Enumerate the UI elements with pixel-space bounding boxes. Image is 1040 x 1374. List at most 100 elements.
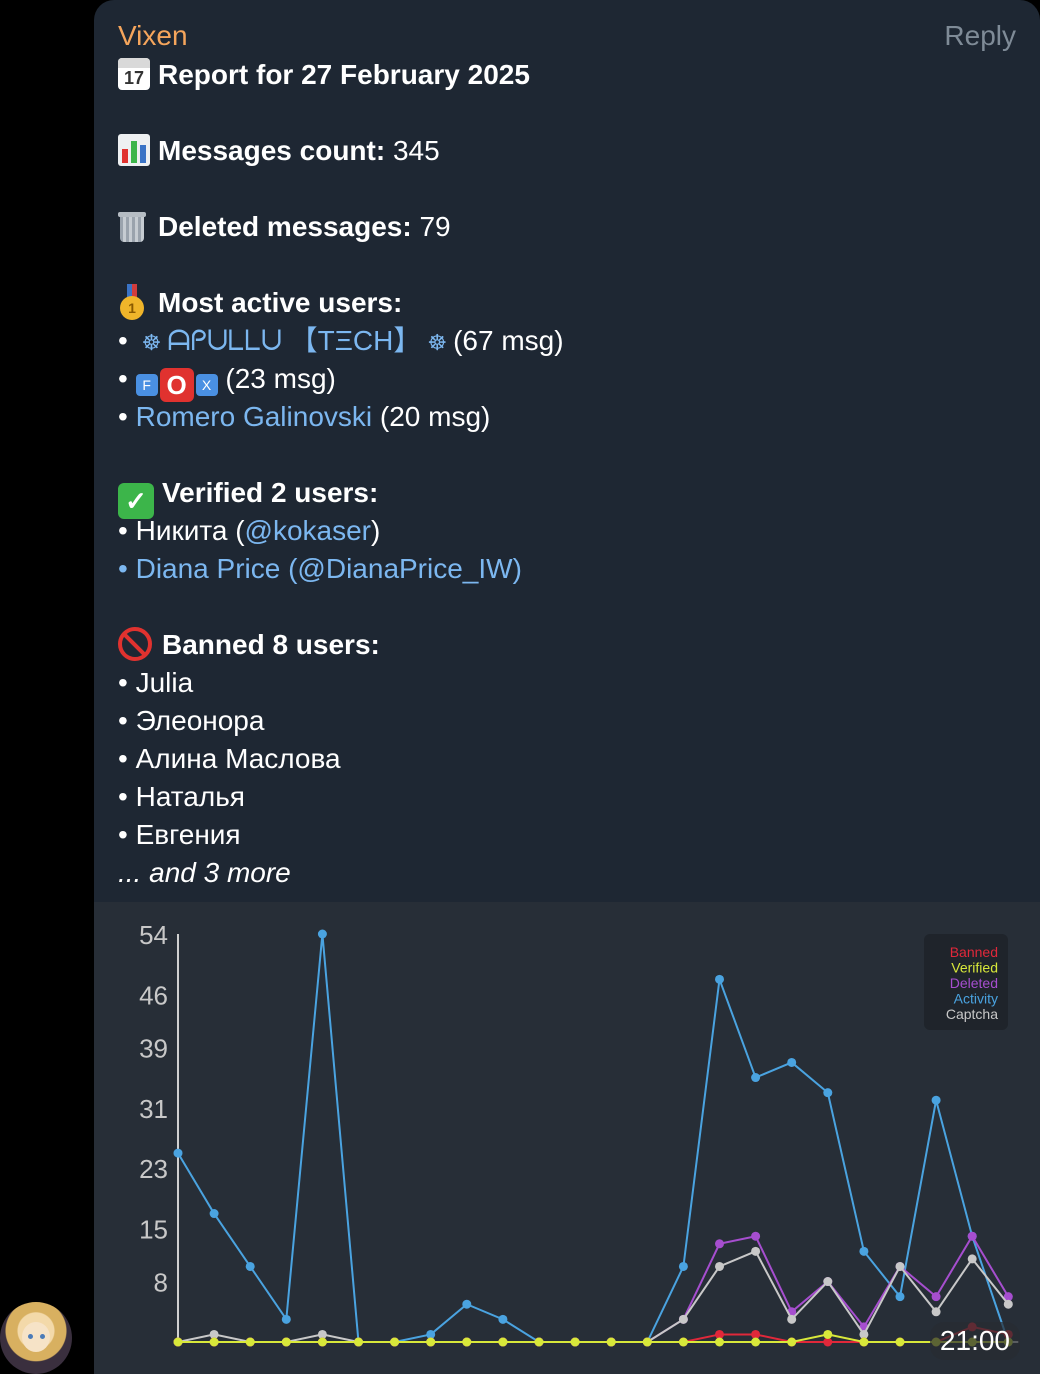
dharma-wheel-icon: ☸ [141, 330, 162, 355]
data-point-verified [534, 1337, 544, 1347]
banned-user-item: • Алина Маслова [118, 743, 341, 774]
banned-heading: Banned 8 users: [118, 626, 1018, 664]
data-point-activity [715, 974, 724, 984]
data-point-activity [787, 1057, 797, 1067]
y-tick-label: 54 [139, 920, 168, 950]
active-user-item: • ☸ ᗩᑭᑌᒪᒪᑌ 【TΞCH】 ☸ (67 msg) [118, 322, 1018, 360]
banned-user-item: • Евгения [118, 819, 241, 850]
data-point-activity [859, 1246, 869, 1256]
legend-entry: Captcha [946, 1006, 998, 1022]
data-point-activity [245, 1261, 255, 1271]
messages-count-value: 345 [392, 135, 440, 166]
letter-f-icon: F [135, 374, 158, 396]
y-tick-label: 31 [139, 1094, 168, 1124]
messages-count-line: Messages count: 345 [118, 132, 1018, 170]
message-time: 21:00 [929, 1322, 1020, 1360]
data-point-activity [823, 1088, 833, 1098]
reply-button[interactable]: Reply [944, 20, 1016, 52]
legend-entry: Deleted [950, 975, 998, 991]
data-point-captcha [823, 1277, 833, 1287]
data-point-verified [354, 1337, 363, 1347]
data-point-verified [715, 1337, 724, 1347]
active-user-link[interactable]: FOX [135, 363, 218, 402]
active-user-link[interactable]: ᗩᑭᑌᒪᒪᑌ 【TΞCH】 [167, 325, 421, 356]
series-line-captcha [177, 1250, 1010, 1343]
data-point-verified [390, 1337, 400, 1347]
deleted-messages-line: Deleted messages: 79 [118, 208, 1018, 246]
prohibited-icon [118, 627, 152, 661]
data-point-verified [895, 1337, 905, 1347]
calendar-icon: 17 [118, 58, 150, 90]
first-place-medal-icon [118, 284, 146, 320]
series-line-banned [178, 1325, 1009, 1343]
y-tick-label: 8 [154, 1268, 168, 1298]
deleted-messages-value: 79 [419, 211, 451, 242]
data-point-verified [317, 1337, 327, 1347]
avatar-eye [40, 1334, 45, 1339]
username-link[interactable]: @kokaser [245, 515, 371, 546]
wastebasket-icon [118, 210, 146, 242]
banned-user-item: • Элеонора [118, 705, 265, 736]
data-point-verified [859, 1337, 869, 1347]
verified-user-item: • Никита (@kokaser) [118, 515, 381, 546]
data-point-verified [823, 1329, 833, 1339]
y-tick-label: 23 [139, 1154, 168, 1184]
banned-user-item: • Julia [118, 667, 194, 698]
activity-chart: 54 46 39 31 23 15 8 BannedVerifiedDeletedActivi… [139, 920, 1019, 1347]
series-line-activity [177, 933, 1010, 1343]
sender-name[interactable]: Vixen [118, 20, 188, 52]
data-point-captcha [967, 1254, 977, 1264]
verified-heading: ✓ Verified 2 users: [118, 474, 1018, 519]
dharma-wheel-icon: ☸ [427, 330, 448, 355]
data-point-deleted [715, 1239, 724, 1249]
data-point-verified [678, 1337, 688, 1347]
legend-entry: Banned [950, 944, 998, 960]
data-point-captcha [931, 1307, 941, 1317]
legend-entry: Verified [951, 960, 998, 976]
data-point-activity [209, 1209, 219, 1219]
data-point-verified [606, 1337, 616, 1347]
data-point-captcha [1003, 1299, 1013, 1309]
report-title-line: 17 Report for 27 February 2025 [118, 56, 1018, 94]
data-point-verified [245, 1337, 255, 1347]
data-point-activity [895, 1292, 905, 1302]
avatar-face [22, 1322, 50, 1352]
y-tick-label: 46 [139, 980, 168, 1010]
series-line-deleted [178, 1234, 1010, 1343]
data-point-activity [317, 929, 327, 939]
more-banned-text: ... and 3 more [118, 857, 291, 888]
data-point-activity [281, 1314, 291, 1324]
activity-chart-image[interactable]: 54 46 39 31 23 15 8 Banned Verified Deleted Activi… [94, 902, 1040, 1374]
avatar-eye [28, 1334, 33, 1339]
data-point-verified [209, 1337, 219, 1347]
message-bubble: Vixen Reply 17 Report for 27 February 202… [94, 0, 1040, 1374]
verified-user-item: • Diana Price (@DianaPrice_IW) [118, 553, 522, 584]
data-point-captcha [715, 1261, 724, 1271]
data-point-activity [498, 1314, 508, 1324]
y-tick-label: 39 [139, 1033, 168, 1063]
verified-user-link[interactable]: Diana Price (@DianaPrice_IW) [136, 553, 522, 584]
most-active-heading: Most active users: [118, 284, 1018, 322]
sender-avatar[interactable] [0, 1302, 72, 1374]
data-point-deleted [931, 1292, 941, 1302]
active-user-link[interactable]: Romero Galinovski [136, 401, 373, 432]
data-point-captcha [787, 1314, 797, 1324]
active-user-item: • FOX (23 msg) [118, 363, 336, 402]
data-point-verified [642, 1337, 652, 1347]
data-point-verified [570, 1337, 580, 1347]
data-point-captcha [678, 1314, 688, 1324]
data-point-verified [787, 1337, 797, 1347]
data-point-activity [462, 1299, 472, 1309]
message-text: 17 Report for 27 February 2025 Messages c… [118, 56, 1018, 892]
messages-count-label: Messages count: [158, 135, 386, 166]
data-point-deleted [751, 1231, 761, 1241]
data-point-verified [751, 1337, 761, 1347]
banned-user-item: • Наталья [118, 781, 245, 812]
letter-x-icon: X [195, 374, 218, 396]
data-point-activity [173, 1148, 183, 1158]
y-tick-label: 15 [139, 1215, 168, 1245]
letter-o-icon: O [159, 368, 194, 402]
bar-chart-icon [118, 134, 150, 166]
deleted-messages-label: Deleted messages: [158, 211, 412, 242]
data-point-activity [678, 1261, 688, 1271]
